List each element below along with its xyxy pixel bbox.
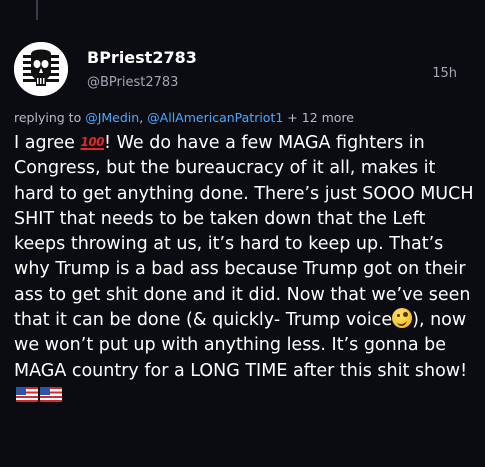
- post-view: BPriest2783 @BPriest2783 15h replying to…: [0, 0, 485, 467]
- mention-separator: ,: [139, 110, 144, 125]
- punisher-flag-avatar-icon: [14, 42, 68, 96]
- hundred-points-emoji-icon: 100: [80, 135, 105, 149]
- thread-line: [36, 0, 38, 20]
- replying-to-line: replying to @JMedin, @AllAmericanPatriot…: [14, 110, 354, 125]
- user-handle[interactable]: @BPriest2783: [87, 75, 178, 90]
- replying-to-label: replying to: [14, 110, 82, 125]
- zany-face-emoji-icon: [392, 308, 413, 329]
- more-mentions-link[interactable]: + 12 more: [287, 110, 354, 125]
- us-flag-emoji-icon: [16, 386, 38, 402]
- us-flag-emoji-icon: [40, 386, 62, 402]
- post-body-text: ! We do have a few MAGA fighters in Cong…: [14, 133, 474, 331]
- mention-link[interactable]: @JMedin: [85, 110, 139, 125]
- post-timestamp[interactable]: 15h: [432, 66, 457, 81]
- post-body: I agree 100! We do have a few MAGA fight…: [14, 130, 474, 409]
- mention-link[interactable]: @AllAmericanPatriot1: [147, 110, 283, 125]
- avatar[interactable]: [14, 42, 68, 96]
- post-body-text: I agree: [14, 133, 81, 153]
- display-name[interactable]: BPriest2783: [87, 48, 197, 67]
